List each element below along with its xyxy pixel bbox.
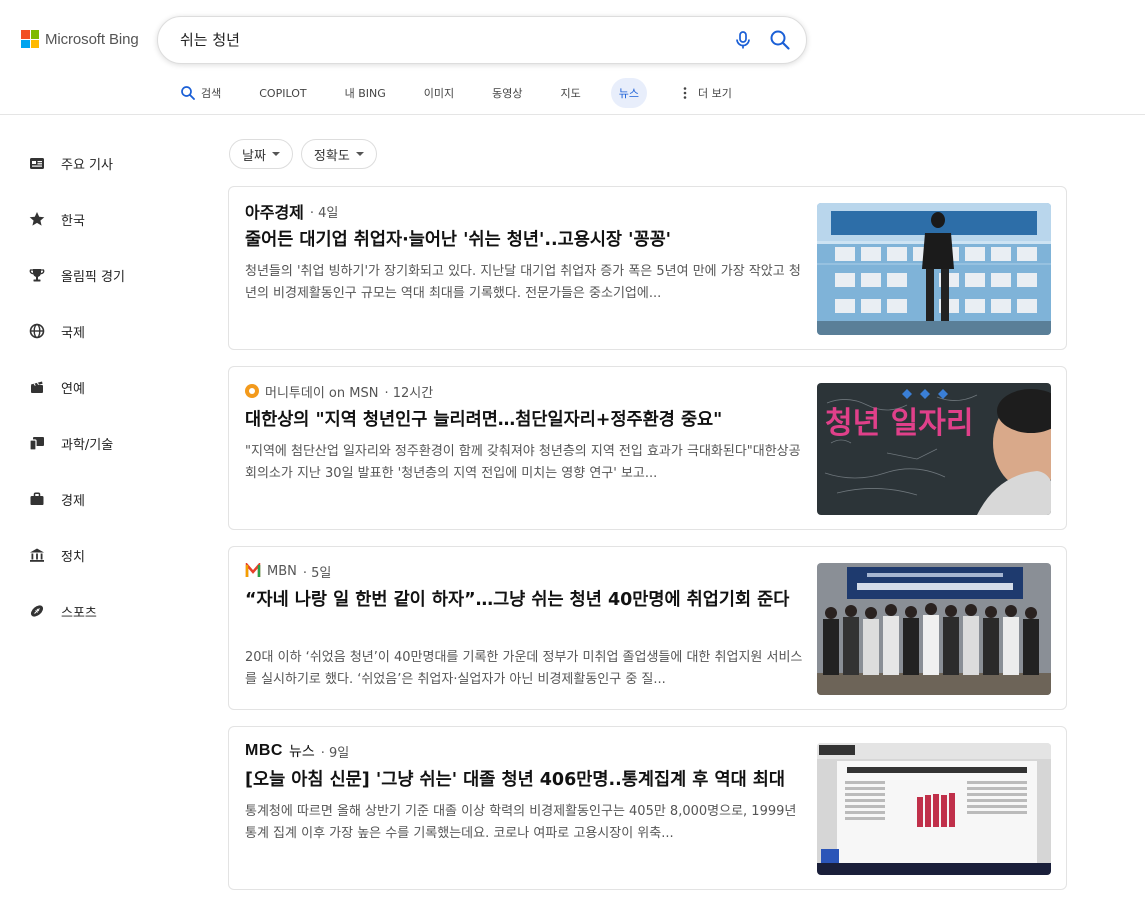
filter-label: 날짜 [242, 148, 266, 164]
sidebar-item-label: 한국 [61, 213, 85, 229]
search-icon[interactable] [768, 28, 792, 52]
sidebar-item-business[interactable]: 경제 [28, 471, 125, 527]
news-snippet: 청년들의 '취업 빙하기'가 장기화되고 있다. 지난달 대기업 취업자 증가 … [245, 264, 801, 301]
microphone-icon[interactable] [732, 29, 754, 51]
news-title[interactable]: [오늘 아침 신문] '그냥 쉬는' 대졸 청년 406만명..통계집계 후 역… [245, 767, 805, 794]
news-source[interactable]: MBN · 5일 [245, 561, 331, 581]
source-name: 머니투데이 on MSN [265, 385, 379, 401]
article-age: · 5일 [302, 565, 332, 581]
sidebar-item-korea[interactable]: 한국 [28, 191, 125, 247]
sidebar-item-olympics[interactable]: 올림픽 경기 [28, 247, 125, 303]
sidebar-item-label: 올림픽 경기 [61, 269, 125, 285]
tab-label: 동영상 [492, 87, 523, 100]
tab-images[interactable]: 이미지 [416, 78, 462, 108]
tab-copilot[interactable]: COPILOT [251, 78, 314, 108]
globe-icon [28, 322, 46, 340]
tab-label: 이미지 [423, 87, 455, 100]
news-snippet: "지역에 첨단산업 일자리와 정주환경이 함께 갖춰져야 청년층의 지역 전입 … [245, 444, 801, 481]
filter-bar: 날짜 정확도 [229, 139, 377, 169]
brand-name: Microsoft Bing [45, 30, 139, 48]
sidebar-item-label: 과학/기술 [61, 437, 114, 453]
news-title[interactable]: 대한상의 "지역 청년인구 늘리려면…첨단일자리+정주환경 중요" [245, 407, 805, 434]
filter-label: 정확도 [313, 148, 350, 164]
thumbnail-caption: 청년 일자리 [825, 406, 973, 441]
tab-label: 지도 [560, 87, 581, 100]
sidebar-item-science-tech[interactable]: 과학/기술 [28, 415, 125, 471]
article-age: · 4일 [309, 205, 339, 221]
briefcase-icon [28, 490, 46, 508]
tab-my-bing[interactable]: 내 BING [337, 78, 394, 108]
microsoft-logo-icon [21, 30, 39, 48]
mbc-logo-icon: MBC [245, 742, 283, 759]
news-snippet: 20대 이하 ‘쉬었음 청년’이 40만명대를 기록한 가운데 정부가 미취업 … [245, 650, 803, 687]
sidebar-item-top-stories[interactable]: 주요 기사 [28, 135, 125, 191]
source-name: 뉴스 [288, 744, 315, 760]
news-thumbnail[interactable]: 청년 일자리 [817, 383, 1051, 515]
news-thumbnail[interactable] [817, 563, 1051, 695]
chevron-down-icon [355, 152, 364, 156]
sidebar-item-label: 국제 [61, 325, 85, 341]
news-card[interactable]: 머니투데이 on MSN · 12시간 대한상의 "지역 청년인구 늘리려면…첨… [228, 366, 1067, 530]
news-title[interactable]: “자네 나랑 일 한번 같이 하자”…그냥 쉬는 청년 40만명에 취업기회 준… [245, 587, 805, 614]
news-thumbnail[interactable] [817, 203, 1051, 335]
tab-label: COPILOT [259, 86, 307, 100]
news-snippet: 통계청에 따르면 올해 상반기 기준 대졸 이상 학력의 비경제활동인구는 40… [245, 804, 797, 841]
tab-news[interactable]: 뉴스 [610, 78, 648, 108]
clapperboard-icon [28, 378, 46, 396]
search-icon [180, 85, 196, 101]
search-box [157, 16, 807, 64]
search-input[interactable] [180, 27, 720, 51]
sidebar-item-label: 주요 기사 [61, 157, 113, 173]
vertical-tabs: 검색 COPILOT 내 BING 이미지 동영상 지도 뉴스 더 보기 [172, 78, 762, 108]
news-thumbnail[interactable] [817, 743, 1051, 875]
football-icon [28, 602, 46, 620]
sidebar-item-label: 스포츠 [61, 605, 97, 621]
relevance-filter-dropdown[interactable]: 정확도 [300, 139, 377, 169]
tab-label: 더 보기 [698, 87, 732, 100]
sidebar-item-label: 연예 [61, 381, 85, 397]
sidebar-item-sports[interactable]: 스포츠 [28, 583, 125, 639]
sidebar-item-entertainment[interactable]: 연예 [28, 359, 125, 415]
tab-label: 검색 [201, 87, 222, 100]
news-category-sidebar: 주요 기사 한국 올림픽 경기 국제 연예 과학/기술 경제 정치 스포츠 [28, 135, 125, 639]
news-card[interactable]: MBC 뉴스 · 9일 [오늘 아침 신문] '그냥 쉬는' 대졸 청년 406… [228, 726, 1067, 890]
chevron-down-icon [271, 152, 280, 156]
newspaper-icon [28, 154, 46, 172]
star-icon [28, 210, 46, 228]
more-vertical-icon [677, 85, 693, 101]
article-age: · 9일 [320, 745, 350, 761]
tab-label: 내 BING [344, 87, 386, 100]
sidebar-item-world[interactable]: 국제 [28, 303, 125, 359]
bing-logo[interactable]: Microsoft Bing [21, 30, 139, 48]
source-name: 아주경제 [245, 203, 304, 222]
tab-more[interactable]: 더 보기 [669, 78, 740, 108]
sidebar-item-politics[interactable]: 정치 [28, 527, 125, 583]
government-icon [28, 546, 46, 564]
news-source[interactable]: 머니투데이 on MSN · 12시간 [245, 381, 433, 401]
devices-icon [28, 434, 46, 452]
news-source[interactable]: 아주경제 · 4일 [245, 201, 339, 222]
source-name: MBN [267, 563, 297, 579]
sidebar-item-label: 정치 [61, 549, 85, 565]
sidebar-item-label: 경제 [61, 493, 85, 509]
trophy-icon [28, 266, 46, 284]
news-title[interactable]: 줄어든 대기업 취업자·늘어난 '쉬는 청년'..고용시장 '꽁꽁' [245, 227, 805, 254]
header-divider [0, 114, 1145, 115]
news-source[interactable]: MBC 뉴스 · 9일 [245, 741, 349, 761]
source-logo-icon [245, 384, 259, 398]
tab-label: 뉴스 [618, 87, 640, 100]
tab-maps[interactable]: 지도 [553, 78, 589, 108]
date-filter-dropdown[interactable]: 날짜 [229, 139, 293, 169]
tab-videos[interactable]: 동영상 [484, 78, 530, 108]
news-card[interactable]: 아주경제 · 4일 줄어든 대기업 취업자·늘어난 '쉬는 청년'..고용시장 … [228, 186, 1067, 350]
tab-search[interactable]: 검색 [172, 78, 229, 108]
mbn-logo-icon [245, 561, 261, 579]
news-card[interactable]: MBN · 5일 “자네 나랑 일 한번 같이 하자”…그냥 쉬는 청년 40만… [228, 546, 1067, 710]
article-age: · 12시간 [384, 385, 434, 401]
